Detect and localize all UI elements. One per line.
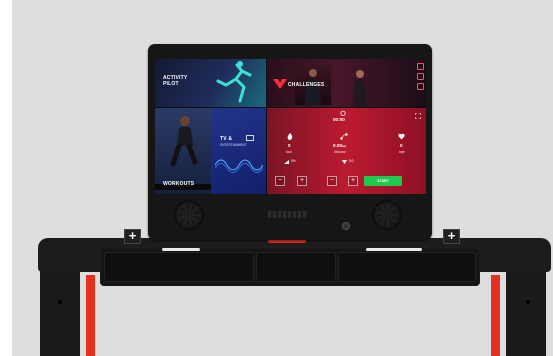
tv-icon bbox=[246, 135, 254, 141]
tile-activity-pilot[interactable]: ACTIVITY PILOT bbox=[155, 59, 266, 107]
left-upright-accent bbox=[86, 275, 95, 356]
speed-icon bbox=[284, 160, 289, 164]
athlete-photo-2 bbox=[345, 67, 375, 107]
tile-challenges[interactable]: CHALLENGES bbox=[267, 59, 426, 107]
heart-icon bbox=[398, 133, 405, 140]
speed-increase-button[interactable]: + bbox=[297, 176, 307, 186]
power-button[interactable] bbox=[342, 222, 350, 230]
fullscreen-icon[interactable] bbox=[415, 113, 421, 119]
route-icon bbox=[340, 133, 348, 140]
left-upright bbox=[40, 268, 80, 356]
right-grip-sensor bbox=[366, 248, 422, 251]
incline-icon bbox=[342, 160, 347, 164]
incline-increase-button[interactable]: + bbox=[348, 176, 358, 186]
left-grip-sensor bbox=[162, 248, 200, 251]
distance-value: 0.00km bbox=[333, 143, 347, 148]
left-increase-button[interactable]: + bbox=[124, 229, 141, 244]
heart-rate-value: 0 bbox=[400, 143, 403, 148]
distance-unit: distance bbox=[334, 150, 346, 154]
workout-athlete-image bbox=[170, 116, 198, 167]
calories-unit: kcal bbox=[286, 150, 292, 154]
workouts-title: WORKOUTS bbox=[163, 181, 195, 187]
touchscreen: ACTIVITY PILOT CHALLENGES WORKOUTS TV & … bbox=[155, 59, 426, 194]
right-upright bbox=[506, 268, 546, 356]
right-grip[interactable] bbox=[338, 252, 476, 282]
left-upright-bolt bbox=[58, 300, 62, 304]
activity-pilot-title: ACTIVITY PILOT bbox=[163, 75, 188, 87]
quick-start-panel: 00:00 0 kcal 0.00km distance 0 bpm 0% 0.… bbox=[267, 108, 426, 194]
flame-icon bbox=[287, 133, 293, 140]
center-tray bbox=[256, 252, 336, 282]
start-button[interactable]: START bbox=[364, 176, 402, 186]
incline-value: 0.0 bbox=[349, 159, 354, 163]
tile-workouts[interactable]: WORKOUTS bbox=[155, 108, 211, 194]
tile-tv-entertainment[interactable]: TV & ENTERTAINMENT bbox=[211, 108, 266, 194]
right-upright-bolt bbox=[526, 300, 530, 304]
speed-value: 0% bbox=[291, 159, 296, 163]
tv-wave-graphic bbox=[215, 159, 263, 173]
center-grille bbox=[268, 211, 308, 218]
challenges-logo-icon bbox=[273, 79, 287, 89]
stopwatch-icon bbox=[340, 110, 346, 116]
heart-rate-unit: bpm bbox=[399, 150, 406, 154]
side-menu-icon-2[interactable] bbox=[417, 73, 424, 80]
timer-value: 00:00 bbox=[333, 117, 345, 122]
right-upright-accent bbox=[491, 275, 500, 356]
runner-graphic-icon bbox=[216, 61, 252, 103]
tv-subtitle: ENTERTAINMENT bbox=[220, 143, 247, 147]
side-menu-icon-3[interactable] bbox=[417, 83, 424, 90]
left-speaker bbox=[174, 200, 204, 230]
right-speaker bbox=[372, 200, 402, 230]
right-increase-button[interactable]: + bbox=[443, 229, 460, 244]
side-menu-icon-1[interactable] bbox=[417, 63, 424, 70]
left-grip[interactable] bbox=[104, 252, 254, 282]
tv-title: TV & bbox=[220, 136, 233, 142]
challenges-title: CHALLENGES bbox=[288, 82, 325, 88]
speed-decrease-button[interactable]: − bbox=[275, 176, 285, 186]
incline-decrease-button[interactable]: − bbox=[327, 176, 337, 186]
calories-value: 0 bbox=[288, 143, 291, 148]
